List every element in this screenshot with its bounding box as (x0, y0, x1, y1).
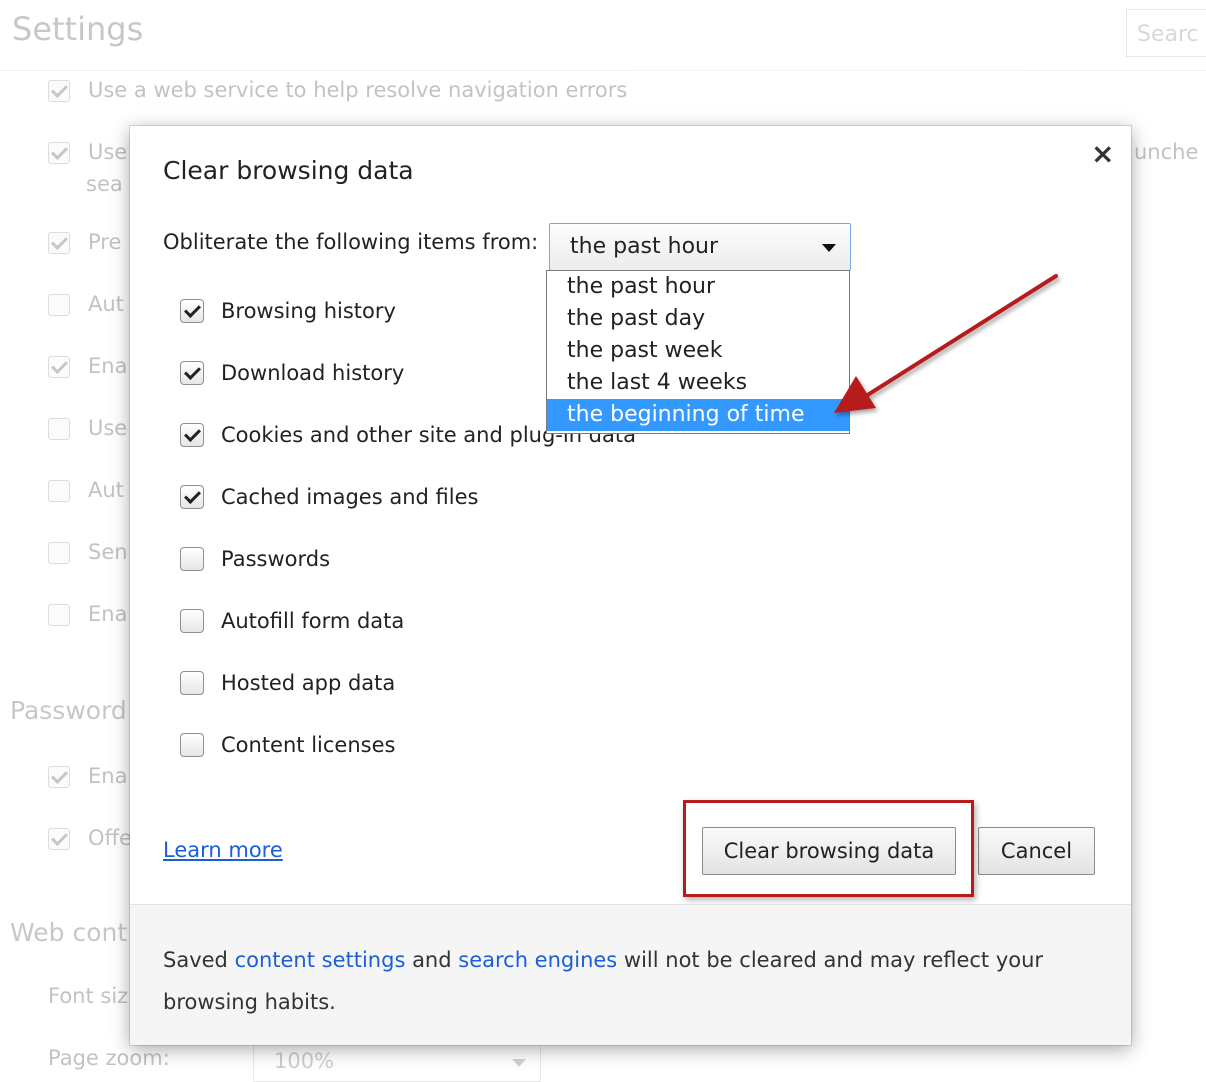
time-range-select[interactable]: the past hour (549, 223, 851, 271)
close-icon[interactable]: × (1091, 140, 1114, 168)
checkbox-content-licenses[interactable]: Content licenses (180, 732, 395, 757)
chevron-down-icon (512, 1059, 526, 1067)
font-size-label: Font siz (48, 984, 129, 1008)
page-zoom-value: 100% (274, 1049, 335, 1073)
time-range-option[interactable]: the past hour (547, 271, 849, 303)
bg-checkbox[interactable] (48, 542, 70, 564)
bg-checkbox[interactable] (48, 142, 70, 164)
section-web-content-heading: Web cont (10, 918, 128, 947)
bg-setting-row[interactable]: Ena (48, 354, 127, 378)
bg-setting-row[interactable]: Use (48, 140, 127, 164)
bg-checkbox[interactable] (48, 232, 70, 254)
bg-setting-row[interactable]: Aut (48, 478, 124, 502)
dialog-title: Clear browsing data (163, 156, 414, 185)
time-range-selected-value: the past hour (570, 234, 719, 259)
time-range-option-highlighted[interactable]: the beginning of time (547, 399, 849, 431)
checkbox[interactable] (180, 299, 204, 323)
bg-setting-row[interactable]: Use (48, 416, 127, 440)
settings-search-input[interactable]: Searc (1126, 9, 1206, 57)
time-range-label: Obliterate the following items from: (163, 230, 539, 254)
bg-checkbox[interactable] (48, 604, 70, 626)
bg-checkbox[interactable] (48, 418, 70, 440)
bg-setting-row[interactable]: Pre (48, 230, 121, 254)
section-passwords-heading: Password (10, 696, 127, 725)
bg-setting-row[interactable]: Offe (48, 826, 132, 850)
clear-browsing-data-button[interactable]: Clear browsing data (702, 827, 956, 875)
checkbox[interactable] (180, 485, 204, 509)
checkbox[interactable] (180, 609, 204, 633)
page-zoom-select[interactable]: 100% (253, 1042, 541, 1082)
checkbox[interactable] (180, 423, 204, 447)
checkbox-autofill[interactable]: Autofill form data (180, 608, 404, 633)
footer-note: Saved content settings and search engine… (163, 948, 1044, 1014)
dropdown-arrow-icon (822, 244, 836, 252)
time-range-option[interactable]: the past day (547, 303, 849, 335)
checkbox-passwords[interactable]: Passwords (180, 546, 330, 571)
bg-checkbox[interactable] (48, 766, 70, 788)
header-divider (0, 70, 1206, 71)
bg-setting-row[interactable]: Ena (48, 764, 127, 788)
search-engines-link[interactable]: search engines (458, 948, 617, 972)
bg-row-continuation-right: unche (1134, 140, 1199, 164)
time-range-option[interactable]: the last 4 weeks (547, 367, 849, 399)
bg-checkbox[interactable] (48, 480, 70, 502)
checkbox-download-history[interactable]: Download history (180, 360, 404, 385)
learn-more-link[interactable]: Learn more (163, 838, 283, 862)
clear-browsing-data-dialog: × Clear browsing data Obliterate the fol… (130, 126, 1131, 1045)
settings-title: Settings (12, 10, 144, 48)
bg-setting-row[interactable]: Sen (48, 540, 128, 564)
checkbox[interactable] (180, 671, 204, 695)
time-range-options-list: the past hour the past day the past week… (546, 270, 850, 434)
bg-checkbox[interactable] (48, 80, 70, 102)
bg-row-continuation: sea (86, 172, 123, 196)
checkbox-cached-images[interactable]: Cached images and files (180, 484, 478, 509)
bg-checkbox[interactable] (48, 294, 70, 316)
content-settings-link[interactable]: content settings (235, 948, 406, 972)
bg-setting-row[interactable]: Use a web service to help resolve naviga… (48, 78, 627, 102)
time-range-option[interactable]: the past week (547, 335, 849, 367)
checkbox[interactable] (180, 547, 204, 571)
checkbox[interactable] (180, 361, 204, 385)
bg-checkbox[interactable] (48, 356, 70, 378)
checkbox-browsing-history[interactable]: Browsing history (180, 298, 396, 323)
page-zoom-label: Page zoom: (48, 1046, 170, 1070)
dialog-footer: Saved content settings and search engine… (130, 904, 1131, 1045)
checkbox[interactable] (180, 733, 204, 757)
bg-checkbox[interactable] (48, 828, 70, 850)
checkbox-hosted-app-data[interactable]: Hosted app data (180, 670, 395, 695)
bg-setting-row[interactable]: Aut (48, 292, 124, 316)
cancel-button[interactable]: Cancel (978, 827, 1095, 875)
bg-setting-row[interactable]: Ena (48, 602, 127, 626)
